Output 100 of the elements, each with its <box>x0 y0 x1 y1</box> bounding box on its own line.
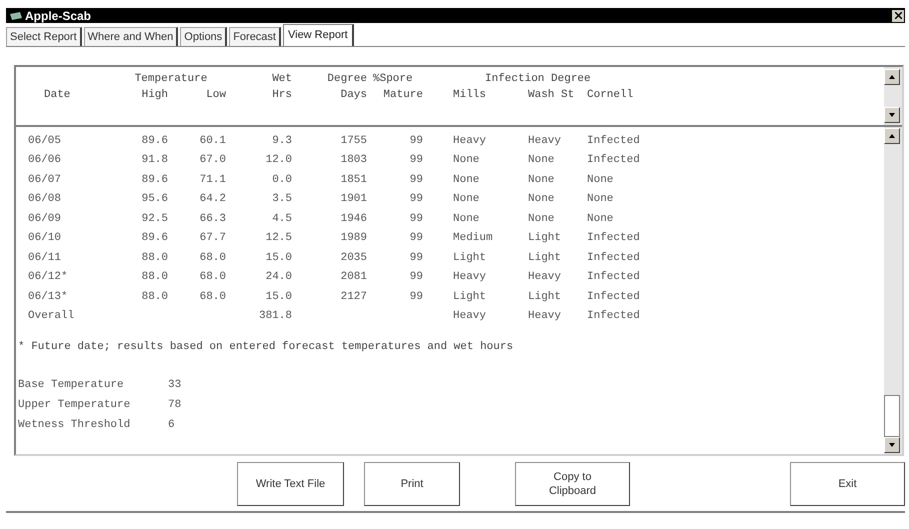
table-cell-text: Heavy <box>528 134 562 148</box>
column-header: Wash St <box>528 88 576 103</box>
app-icon <box>10 12 22 20</box>
table-cell-text: 1851 <box>340 172 367 188</box>
action-button[interactable]: Print <box>364 462 460 506</box>
table-cell-text: 99 <box>408 270 423 285</box>
column-header: Cornell <box>587 88 634 103</box>
column-group-header: %Spore <box>372 72 414 87</box>
scroll-up-button[interactable] <box>884 69 900 85</box>
table-cell-text: Medium <box>452 231 494 246</box>
tab[interactable]: View Report <box>282 24 354 46</box>
close-button[interactable] <box>892 10 904 22</box>
column-group-header: Temperature <box>134 72 208 87</box>
table-cell-text: None <box>528 192 556 207</box>
table-cell-text: 15.0 <box>264 250 292 266</box>
column-header: High <box>140 88 168 103</box>
table-cell-text: Light <box>528 231 562 246</box>
table-cell-text: 88.0 <box>140 290 168 304</box>
column-group-header: Degree <box>326 72 367 87</box>
table-cell-text: 91.8 <box>140 153 168 168</box>
table-cell-text: 06/10 <box>28 231 62 246</box>
table-cell-text: Heavy <box>452 270 488 285</box>
scrollbar[interactable] <box>884 127 902 454</box>
table-cell-text: None <box>528 172 556 188</box>
table-cell-text: 381.8 <box>258 309 292 324</box>
table-cell-text: 1901 <box>340 192 367 207</box>
parameter-label: Wetness Threshold <box>18 418 132 434</box>
parameter-label: Upper Temperature <box>18 398 132 414</box>
table-cell-text: 06/05 <box>28 134 62 148</box>
action-button[interactable]: Copy to Clipboard <box>515 462 630 506</box>
table-cell-text: Infected <box>587 134 641 148</box>
table-cell-text: 89.6 <box>140 231 168 246</box>
scrollbar[interactable] <box>884 67 902 125</box>
table-cell-text: 12.0 <box>264 153 292 168</box>
table-cell-text: 99 <box>408 231 423 246</box>
tab[interactable]: Where and When <box>84 27 178 46</box>
column-group-header: Wet <box>271 72 292 87</box>
table-cell-text: 66.3 <box>198 212 226 226</box>
tab[interactable]: Select Report <box>6 27 82 46</box>
column-header: Hrs <box>271 88 292 103</box>
table-cell-text: Light <box>528 250 562 266</box>
table-cell-text: 12.5 <box>264 231 292 246</box>
table-cell-text: None <box>452 192 480 207</box>
table-cell-text: 67.7 <box>198 231 226 246</box>
table-cell-text: 06/12* <box>28 270 69 285</box>
table-cell-text: 99 <box>408 172 423 188</box>
table-cell-text: None <box>528 153 556 168</box>
table-cell-text: 64.2 <box>198 192 226 207</box>
table-cell-text: 68.0 <box>198 290 226 304</box>
tab[interactable]: Forecast <box>229 27 281 46</box>
table-cell-text: None <box>587 192 614 207</box>
table-cell-text: 06/13* <box>28 290 69 304</box>
table-cell-text: 3.5 <box>271 192 292 207</box>
parameter-label: Base Temperature <box>18 378 125 394</box>
table-cell-text: Infected <box>587 153 641 168</box>
table-cell-text: 89.6 <box>140 134 168 148</box>
table-cell-text: None <box>528 212 556 226</box>
table-cell-text: 88.0 <box>140 270 168 285</box>
table-cell-text: 15.0 <box>264 290 292 304</box>
action-button[interactable]: Exit <box>790 462 905 506</box>
up-arrow-icon <box>889 75 895 79</box>
close-icon <box>894 12 902 19</box>
table-cell-text: 2081 <box>340 270 367 285</box>
table-cell-text: 99 <box>408 250 423 266</box>
table-cell-text: 60.1 <box>198 134 226 148</box>
table-cell-text: 1803 <box>340 153 367 168</box>
table-cell-text: 06/09 <box>28 212 62 226</box>
table-cell-text: None <box>587 212 614 226</box>
table-cell-text: 95.6 <box>140 192 168 207</box>
table-cell-text: None <box>587 172 614 188</box>
table-cell-text: 88.0 <box>140 250 168 266</box>
table-cell-text: Overall <box>28 309 76 324</box>
column-header: Mills <box>452 88 488 103</box>
table-cell-text: 1946 <box>340 212 367 226</box>
table-cell-text: 4.5 <box>271 212 292 226</box>
parameter-value: 78 <box>168 398 182 414</box>
table-cell-text: Light <box>452 290 488 304</box>
table-cell-text: Infected <box>587 290 641 304</box>
table-cell-text: 99 <box>408 212 423 226</box>
column-header: Mature <box>382 88 423 103</box>
action-button[interactable]: Write Text File <box>237 462 344 506</box>
table-cell-text: Infected <box>587 270 641 285</box>
down-arrow-icon <box>889 443 895 447</box>
table-cell-text: 99 <box>408 134 423 148</box>
footnote: * Future date; results based on entered forecast temperatures and wet hours <box>17 340 514 355</box>
parameter-value: 6 <box>168 418 175 434</box>
table-cell-text: Infected <box>587 309 641 324</box>
table-cell-text: None <box>452 153 480 168</box>
scroll-down-button[interactable] <box>884 437 900 453</box>
table-cell-text: 9.3 <box>271 134 292 148</box>
table-cell-text: 06/06 <box>28 153 62 168</box>
scroll-down-button[interactable] <box>884 107 900 123</box>
parameter-value: 33 <box>168 378 182 394</box>
table-cell-text: Infected <box>587 250 641 266</box>
table-cell-text: 2035 <box>340 250 367 266</box>
table-cell-text: 92.5 <box>140 212 168 226</box>
scroll-up-button[interactable] <box>884 128 900 144</box>
tab[interactable]: Options <box>180 27 228 46</box>
scrollbar-thumb[interactable] <box>884 395 900 437</box>
table-cell-text: Light <box>528 290 562 304</box>
